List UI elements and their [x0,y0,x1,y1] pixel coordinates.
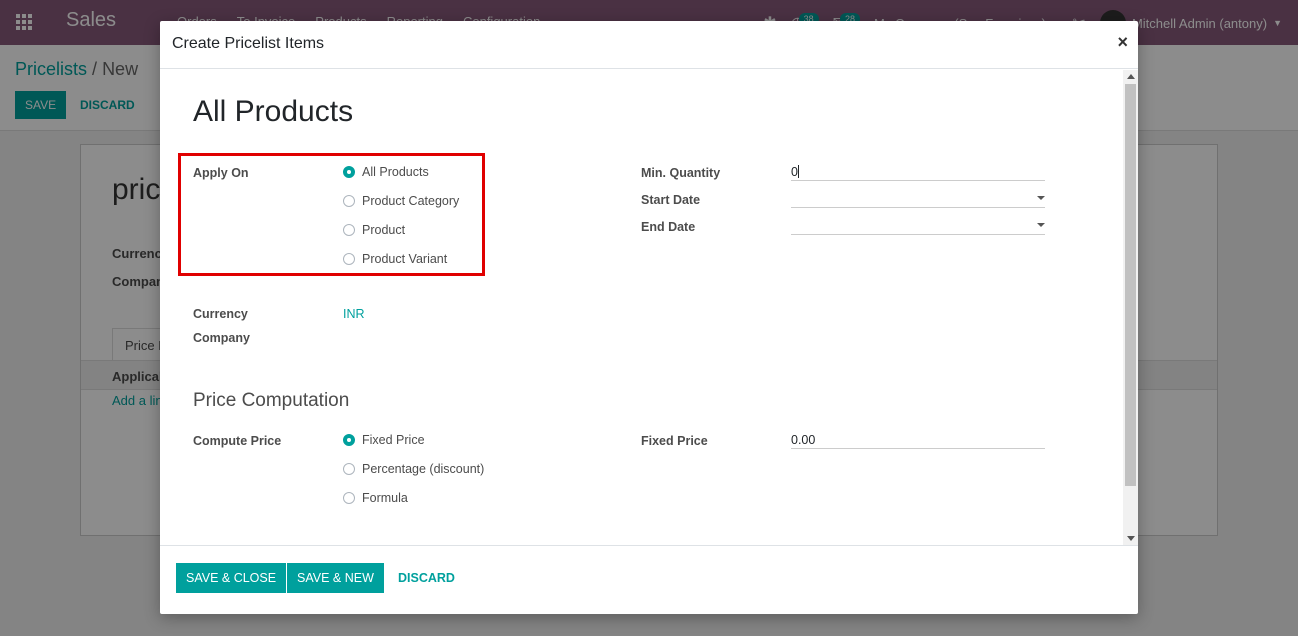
radio-label: Fixed Price [362,433,425,447]
radio-unchecked-icon [343,492,355,504]
dialog-header: Create Pricelist Items × [160,21,1138,69]
radio-label: Percentage (discount) [362,462,485,476]
end-date-input[interactable] [791,217,1045,235]
radio-formula[interactable]: Formula [343,491,408,505]
scrollbar-thumb[interactable] [1125,84,1136,486]
dialog-footer: SAVE & CLOSE SAVE & NEW DISCARD [160,545,1138,614]
start-date-label: Start Date [641,193,701,207]
currency-label: Currency [193,307,248,321]
apply-on-highlight-box [178,153,485,276]
dialog-discard-button[interactable]: DISCARD [398,563,455,593]
radio-label: Formula [362,491,408,505]
radio-percentage-discount[interactable]: Percentage (discount) [343,462,484,476]
currency-value-link[interactable]: INR [343,307,365,321]
radio-fixed-price[interactable]: Fixed Price [343,433,425,447]
dialog-body: All Products Apply On All Products Produ… [160,70,1138,545]
price-computation-title: Price Computation [193,390,350,411]
radio-checked-icon [343,434,355,446]
fixed-price-value: 0.00 [791,433,816,447]
fixed-price-input[interactable]: 0.00 [791,431,1045,449]
record-title: All Products [193,95,354,128]
end-date-label: End Date [641,220,696,234]
min-quantity-label: Min. Quantity [641,166,721,180]
create-pricelist-items-dialog: Create Pricelist Items × All Products Ap… [160,21,1138,614]
min-quantity-input[interactable]: 0 [791,163,1045,181]
compute-price-label: Compute Price [193,434,282,448]
text-cursor [797,165,799,178]
radio-unchecked-icon [343,463,355,475]
scroll-up-arrow-icon[interactable] [1127,74,1135,79]
start-date-input[interactable] [791,190,1045,208]
min-quantity-value: 0 [791,165,798,179]
fixed-price-label: Fixed Price [641,434,708,448]
dialog-scrollbar[interactable] [1123,70,1138,545]
save-and-close-button[interactable]: SAVE & CLOSE [176,563,287,593]
dialog-title: Create Pricelist Items [172,35,325,52]
close-icon[interactable]: × [1117,32,1128,52]
chevron-down-icon [1037,196,1045,200]
chevron-down-icon [1037,223,1045,227]
save-and-new-button[interactable]: SAVE & NEW [287,563,384,593]
scroll-down-arrow-icon[interactable] [1127,536,1135,541]
company-label: Company [193,331,250,345]
